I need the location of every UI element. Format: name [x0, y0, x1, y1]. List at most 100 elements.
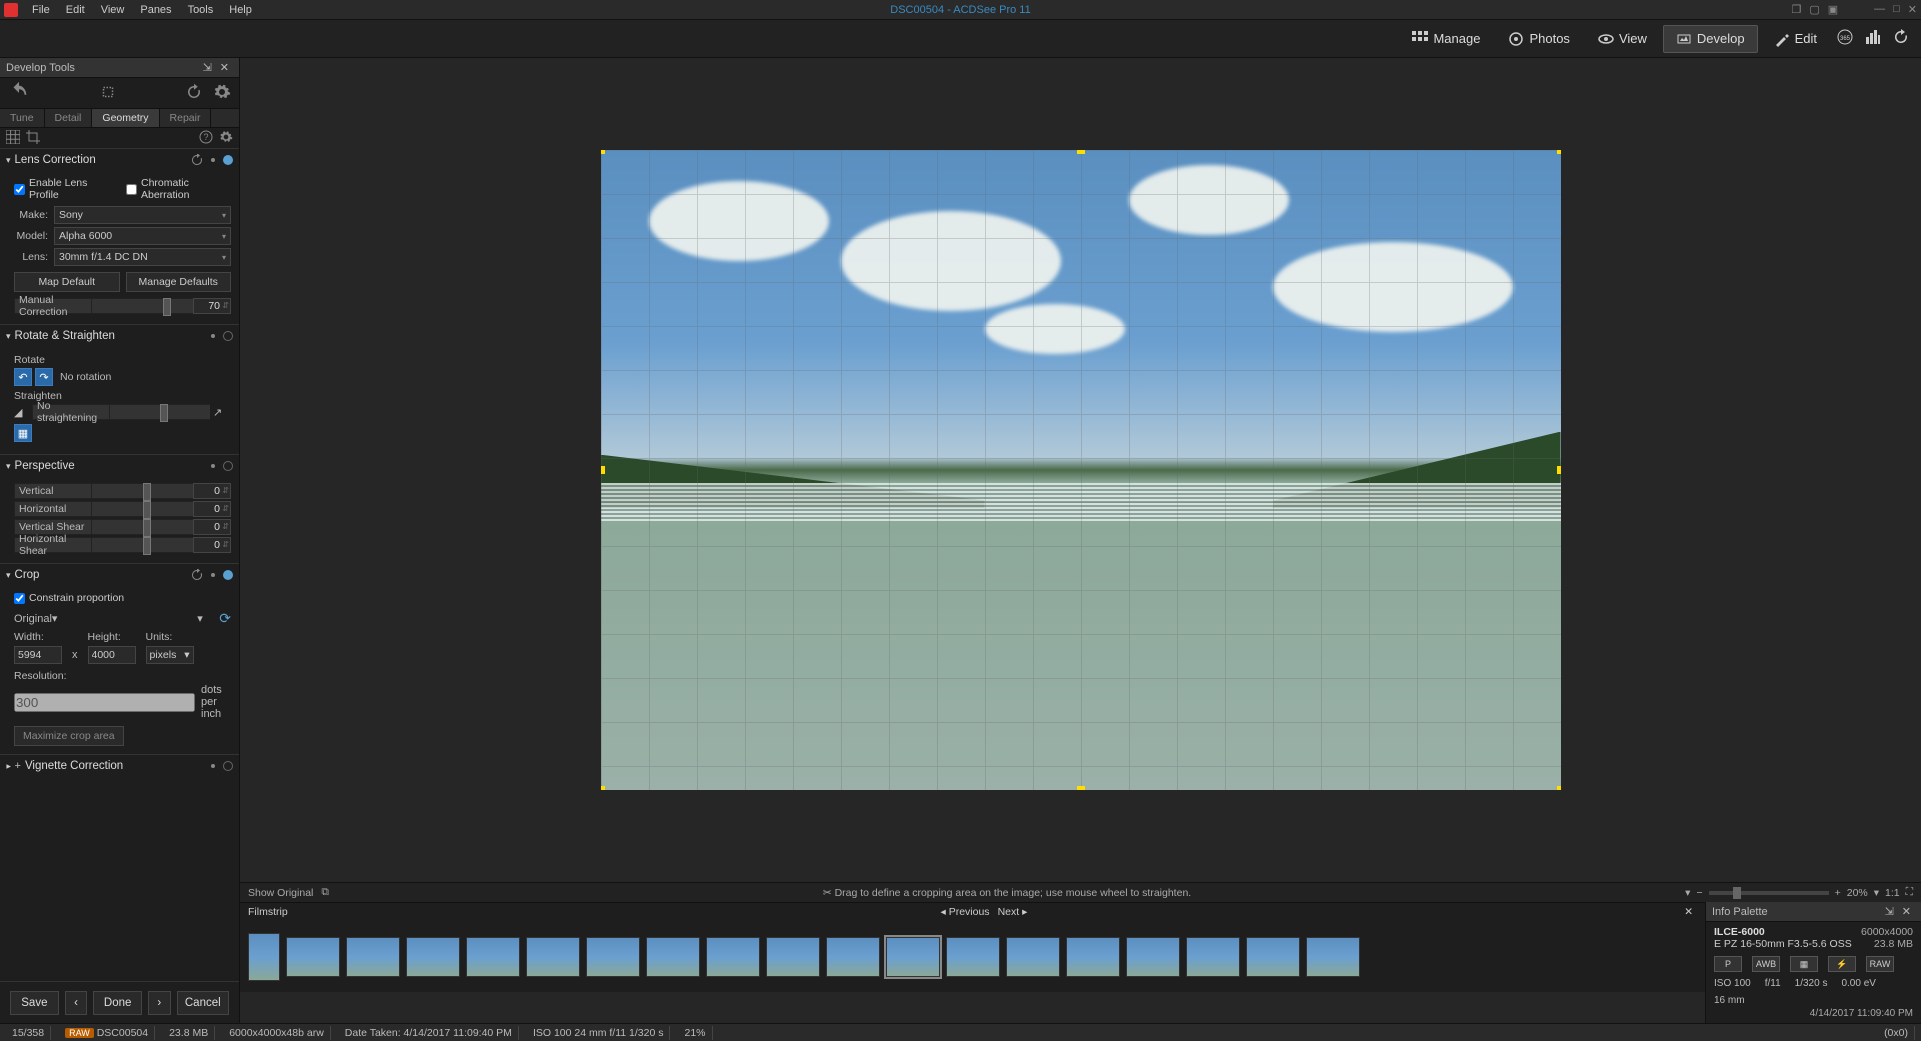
mode-view[interactable]: View — [1586, 26, 1659, 52]
straighten-commit-icon[interactable]: ▦ — [14, 424, 32, 442]
persp-horizontal-slider[interactable] — [92, 501, 193, 517]
filmstrip-thumb[interactable] — [526, 937, 580, 977]
gear-vignette-icon[interactable] — [207, 760, 219, 772]
info-close-icon[interactable]: ✕ — [1898, 905, 1915, 918]
window-restore-icon[interactable]: ❐ — [1791, 3, 1801, 16]
mode-histogram-icon[interactable] — [1861, 25, 1885, 52]
filmstrip-thumb[interactable] — [586, 937, 640, 977]
prev-image-button[interactable]: ‹ — [65, 991, 88, 1015]
crop-handle-lm[interactable] — [601, 466, 605, 474]
compare-icon[interactable]: ⧉ — [321, 886, 329, 899]
crop-height-input[interactable] — [88, 646, 136, 664]
enable-rotate-dot-icon[interactable] — [223, 331, 233, 341]
enable-vignette-dot-icon[interactable] — [223, 761, 233, 771]
filmstrip-thumb[interactable] — [406, 937, 460, 977]
menu-file[interactable]: File — [24, 2, 58, 18]
zoom-slider[interactable] — [1709, 891, 1829, 895]
section-head-vignette[interactable]: ▾ + Vignette Correction — [0, 755, 239, 777]
model-select[interactable]: Alpha 6000▾ — [54, 227, 231, 245]
tab-tune[interactable]: Tune — [0, 109, 45, 127]
filmstrip-thumb[interactable] — [946, 937, 1000, 977]
persp-hshear-value[interactable]: 0 — [193, 537, 231, 553]
filmstrip-next[interactable]: Next ▸ — [994, 906, 1032, 918]
straighten-tool-icon[interactable]: ◢ — [14, 406, 32, 419]
constrain-proportion-checkbox[interactable]: Constrain proportion — [14, 592, 124, 604]
crop-preset-select[interactable]: Original▾ — [14, 612, 193, 625]
gear-rotate-icon[interactable] — [207, 330, 219, 342]
crop-handle-tr[interactable] — [1557, 150, 1561, 154]
crop-tool-icon[interactable] — [26, 130, 40, 147]
crop-handle-rm[interactable] — [1557, 466, 1561, 474]
filmstrip-close-icon[interactable]: ✕ — [1680, 906, 1697, 918]
enable-lens-dot-icon[interactable] — [223, 155, 233, 165]
enable-crop-dot-icon[interactable] — [223, 570, 233, 580]
persp-hshear-slider[interactable] — [92, 537, 193, 553]
filmstrip-thumb[interactable] — [826, 937, 880, 977]
reset-lens-icon[interactable] — [191, 154, 203, 166]
filmstrip-thumb[interactable] — [1306, 937, 1360, 977]
cancel-button[interactable]: Cancel — [177, 991, 229, 1015]
crop-rotate-icon[interactable]: ⟳ — [219, 610, 231, 627]
settings-gear-icon[interactable] — [213, 83, 231, 104]
window-minimize-icon[interactable]: — — [1874, 3, 1885, 16]
info-pin-icon[interactable]: ⇲ — [1881, 905, 1898, 918]
mode-edit[interactable]: Edit — [1762, 26, 1829, 52]
zoom-out-icon[interactable]: − — [1696, 887, 1702, 899]
mode-photos[interactable]: Photos — [1496, 26, 1581, 52]
chromatic-aberration-checkbox[interactable]: Chromatic Aberration — [126, 177, 231, 201]
window-stack-icon[interactable]: ▣ — [1828, 3, 1838, 16]
window-close-icon[interactable]: ✕ — [1908, 3, 1917, 16]
rotate-right-button[interactable]: ↷ — [35, 368, 53, 386]
enable-perspective-dot-icon[interactable] — [223, 461, 233, 471]
manual-correction-value[interactable]: 70 — [193, 298, 231, 314]
canvas-area[interactable] — [240, 58, 1921, 882]
crop-handle-tl[interactable] — [601, 150, 605, 154]
image-canvas[interactable] — [601, 150, 1561, 790]
crop-handle-tm[interactable] — [1077, 150, 1085, 154]
filmstrip-thumb[interactable] — [1126, 937, 1180, 977]
zoom-in-icon[interactable]: + — [1835, 887, 1841, 899]
crop-handle-bl[interactable] — [601, 786, 605, 790]
filmstrip-thumb[interactable] — [346, 937, 400, 977]
menu-tools[interactable]: Tools — [180, 2, 222, 18]
menu-panes[interactable]: Panes — [132, 2, 179, 18]
tab-detail[interactable]: Detail — [45, 109, 93, 127]
zoom-fit-icon[interactable]: ▾ — [1685, 887, 1690, 899]
filmstrip-thumb[interactable] — [286, 937, 340, 977]
section-head-rotate[interactable]: ▾ Rotate & Straighten — [0, 325, 239, 347]
crop-handle-bm[interactable] — [1077, 786, 1085, 790]
filmstrip-body[interactable] — [240, 921, 1705, 993]
gear-lens-icon[interactable] — [207, 154, 219, 166]
persp-vertical-value[interactable]: 0 — [193, 483, 231, 499]
window-maximize-icon[interactable]: ▢ — [1809, 3, 1819, 16]
persp-vshear-slider[interactable] — [92, 519, 193, 535]
zoom-ratio[interactable]: 1:1 — [1885, 887, 1900, 899]
show-original-button[interactable]: Show Original — [248, 887, 313, 899]
menu-edit[interactable]: Edit — [58, 2, 93, 18]
make-select[interactable]: Sony▾ — [54, 206, 231, 224]
tab-repair[interactable]: Repair — [160, 109, 212, 127]
filmstrip-thumb[interactable] — [466, 937, 520, 977]
reset-crop-icon[interactable] — [191, 569, 203, 581]
filmstrip-thumb[interactable] — [646, 937, 700, 977]
filmstrip-thumb[interactable] — [706, 937, 760, 977]
tab-geometry[interactable]: Geometry — [92, 109, 159, 127]
undo-icon[interactable] — [8, 81, 30, 106]
crop-width-input[interactable] — [14, 646, 62, 664]
rotate-left-button[interactable]: ↶ — [14, 368, 32, 386]
filmstrip-thumb[interactable] — [1186, 937, 1240, 977]
lens-select[interactable]: 30mm f/1.4 DC DN▾ — [54, 248, 231, 266]
crop-units-select[interactable]: pixels▾ — [146, 646, 194, 664]
zoom-expand-icon[interactable]: ⛶ — [1906, 886, 1913, 899]
filmstrip-thumb[interactable] — [1246, 937, 1300, 977]
map-default-button[interactable]: Map Default — [14, 272, 120, 292]
gear-perspective-icon[interactable] — [207, 460, 219, 472]
filmstrip-prev[interactable]: ◂ Previous — [937, 906, 994, 918]
reset-all-icon[interactable] — [185, 83, 203, 104]
menu-view[interactable]: View — [93, 2, 133, 18]
help-icon[interactable]: ? — [199, 130, 213, 147]
maximize-crop-button[interactable]: Maximize crop area — [14, 726, 124, 746]
section-head-lens[interactable]: ▾ Lens Correction — [0, 149, 239, 171]
mode-365-icon[interactable]: 365 — [1833, 25, 1857, 52]
section-gear-icon[interactable] — [219, 130, 233, 147]
